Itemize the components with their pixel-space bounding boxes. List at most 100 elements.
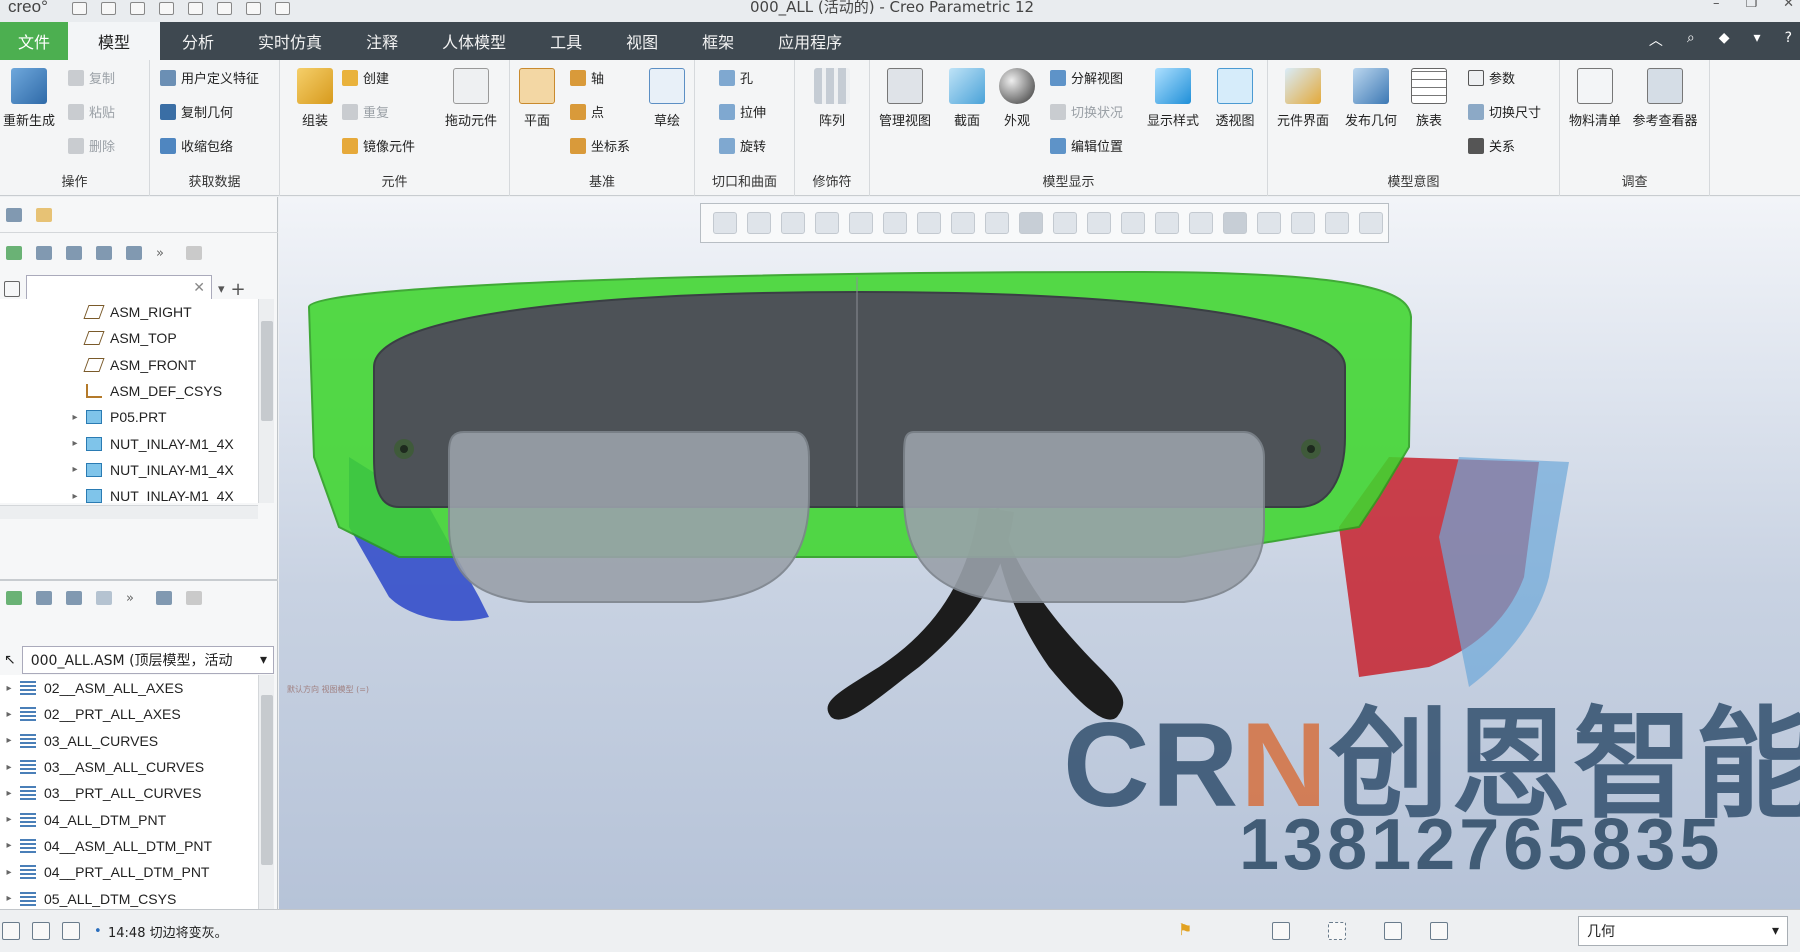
- model-tree-scrollbar[interactable]: [258, 299, 274, 503]
- group-title[interactable]: 元件: [280, 171, 509, 190]
- find-icon[interactable]: [1272, 922, 1290, 940]
- graphics-window[interactable]: 默认方向 视图模型 (=) CRN创恩智能 13812765835: [279, 197, 1800, 909]
- open-file-icon[interactable]: [100, 1, 116, 15]
- manage-views-button[interactable]: 管理视图: [870, 68, 940, 129]
- refit-icon[interactable]: [781, 212, 805, 234]
- tab-manikin[interactable]: 人体模型: [420, 22, 528, 60]
- pause-icon[interactable]: [1325, 212, 1349, 234]
- snap-icon[interactable]: [1257, 212, 1281, 234]
- group-title[interactable]: 模型意图: [1268, 171, 1559, 190]
- group-title[interactable]: 模型显示: [870, 171, 1267, 190]
- tab-framework[interactable]: 框架: [680, 22, 756, 60]
- revolve-button[interactable]: 旋转: [719, 136, 766, 155]
- model-tree-row[interactable]: ▸ NUT_INLAY-M1_4X: [0, 457, 258, 483]
- drag-component-button[interactable]: 拖动元件: [436, 68, 506, 129]
- model-tree-row[interactable]: ASM_FRONT: [0, 352, 258, 378]
- expand-arrow-icon[interactable]: ▸: [4, 840, 14, 851]
- annotation-display-icon[interactable]: [1053, 212, 1077, 234]
- explode-view-button[interactable]: 分解视图: [1050, 68, 1123, 87]
- relations-button[interactable]: 关系: [1468, 136, 1515, 155]
- edit-position-button[interactable]: 编辑位置: [1050, 136, 1123, 155]
- layer-tree-row[interactable]: ▸ 03_ALL_CURVES: [0, 728, 258, 754]
- switch-dimensions-button[interactable]: 切换尺寸: [1468, 102, 1541, 121]
- layer-expand-icon[interactable]: [66, 591, 82, 605]
- group-title[interactable]: 基准: [510, 171, 694, 190]
- layer-tree-row[interactable]: ▸ 03__ASM_ALL_CURVES: [0, 754, 258, 780]
- collapse-ribbon-icon[interactable]: ︿: [1649, 30, 1663, 50]
- tab-view[interactable]: 视图: [604, 22, 680, 60]
- expand-arrow-icon[interactable]: ▸: [70, 464, 80, 475]
- toggle-status-button[interactable]: 切换状况: [1050, 102, 1123, 121]
- saved-orientations-icon[interactable]: [951, 212, 975, 234]
- create-button[interactable]: 创建: [342, 68, 389, 87]
- group-title[interactable]: 修饰符: [795, 171, 869, 190]
- layer-menu-icon[interactable]: [6, 591, 22, 605]
- toggle-navigator-icon[interactable]: [2, 922, 20, 940]
- expand-arrow-icon[interactable]: ▸: [4, 762, 14, 773]
- search-icon[interactable]: ⌕: [1687, 30, 1695, 50]
- repeat-button[interactable]: 重复: [342, 102, 389, 121]
- reference-viewer-button[interactable]: 参考查看器: [1630, 68, 1700, 129]
- model-tree-row[interactable]: ASM_DEF_CSYS: [0, 378, 258, 404]
- regenerate-button[interactable]: 重新生成: [0, 68, 64, 129]
- display-style-button[interactable]: 显示样式: [1138, 68, 1208, 129]
- mirror-component-button[interactable]: 镜像元件: [342, 136, 415, 155]
- add-filter-icon[interactable]: +: [231, 279, 246, 300]
- bom-button[interactable]: 物料清单: [1560, 68, 1630, 129]
- restore-icon[interactable]: ❐: [1745, 0, 1757, 11]
- expand-arrow-icon[interactable]: ▸: [70, 491, 80, 502]
- component-interface-button[interactable]: 元件界面: [1268, 68, 1338, 129]
- expand-arrow-icon[interactable]: ▸: [4, 788, 14, 799]
- more-icon[interactable]: »: [156, 246, 172, 261]
- smart-select-icon[interactable]: [1430, 922, 1448, 940]
- shrinkwrap-button[interactable]: 收缩包络: [160, 136, 233, 155]
- layer-tree-row[interactable]: ▸ 04_ALL_DTM_PNT: [0, 806, 258, 832]
- layer-tree-row[interactable]: ▸ 03__PRT_ALL_CURVES: [0, 780, 258, 806]
- select-arrow-icon[interactable]: ↖: [4, 652, 16, 668]
- minimize-icon[interactable]: –: [1713, 0, 1720, 11]
- model-tree-tab-icon[interactable]: [6, 207, 22, 222]
- tree-options-icon[interactable]: [186, 246, 202, 260]
- appearance-display-icon[interactable]: [1121, 212, 1145, 234]
- close-icon[interactable]: ✕: [1783, 0, 1794, 11]
- perspective-button[interactable]: 透视图: [1200, 68, 1270, 129]
- assemble-button[interactable]: 组装: [280, 68, 350, 129]
- point-button[interactable]: 点: [570, 102, 604, 121]
- group-title[interactable]: 调查: [1560, 171, 1709, 190]
- plane-display-icon[interactable]: [1223, 212, 1247, 234]
- layer-show-icon[interactable]: [96, 591, 112, 605]
- expand-arrow-icon[interactable]: ▸: [4, 893, 14, 904]
- show-hide-icon[interactable]: [713, 212, 737, 234]
- copy-geometry-button[interactable]: 复制几何: [160, 102, 233, 121]
- tree-settings-icon[interactable]: [36, 246, 52, 260]
- expand-arrow-icon[interactable]: ▸: [4, 735, 14, 746]
- layer-tree-row[interactable]: ▸ 02__PRT_ALL_AXES: [0, 701, 258, 727]
- regenerate-icon[interactable]: [216, 1, 232, 15]
- layer-tree-row[interactable]: ▸ 04__PRT_ALL_DTM_PNT: [0, 859, 258, 885]
- appearance-button[interactable]: 外观: [982, 68, 1052, 129]
- selection-filter-select[interactable]: 几何 ▾: [1578, 916, 1788, 946]
- point-display-icon[interactable]: [1189, 212, 1213, 234]
- family-table-button[interactable]: 族表: [1394, 68, 1464, 129]
- clear-search-icon[interactable]: ✕: [193, 280, 205, 296]
- spin-center-icon[interactable]: [747, 212, 771, 234]
- layer-settings-icon[interactable]: [36, 591, 52, 605]
- tab-tools[interactable]: 工具: [528, 22, 604, 60]
- model-tree-row[interactable]: ▸ NUT_INLAY-M1_4X: [0, 430, 258, 456]
- pattern-button[interactable]: 阵列: [797, 68, 867, 129]
- community-icon[interactable]: ◆: [1719, 30, 1730, 50]
- layer-tree-row[interactable]: ▸ 02__ASM_ALL_AXES: [0, 675, 258, 701]
- save-icon[interactable]: [129, 1, 145, 15]
- parameters-button[interactable]: 参数: [1468, 68, 1515, 87]
- funnel-filter-icon[interactable]: [4, 281, 20, 297]
- hole-button[interactable]: 孔: [719, 68, 753, 87]
- undo-icon[interactable]: [158, 1, 174, 15]
- expand-arrow-icon[interactable]: ▸: [4, 814, 14, 825]
- udf-button[interactable]: 用户定义特征: [160, 68, 259, 87]
- layer-tree-row[interactable]: ▸ 04__ASM_ALL_DTM_PNT: [0, 833, 258, 859]
- next-icon[interactable]: [1359, 212, 1383, 234]
- model-tree-hscrollbar[interactable]: [0, 505, 258, 519]
- copy-button[interactable]: 复制: [68, 68, 115, 87]
- expand-arrow-icon[interactable]: ▸: [4, 683, 14, 694]
- tree-expand-icon[interactable]: [66, 246, 82, 260]
